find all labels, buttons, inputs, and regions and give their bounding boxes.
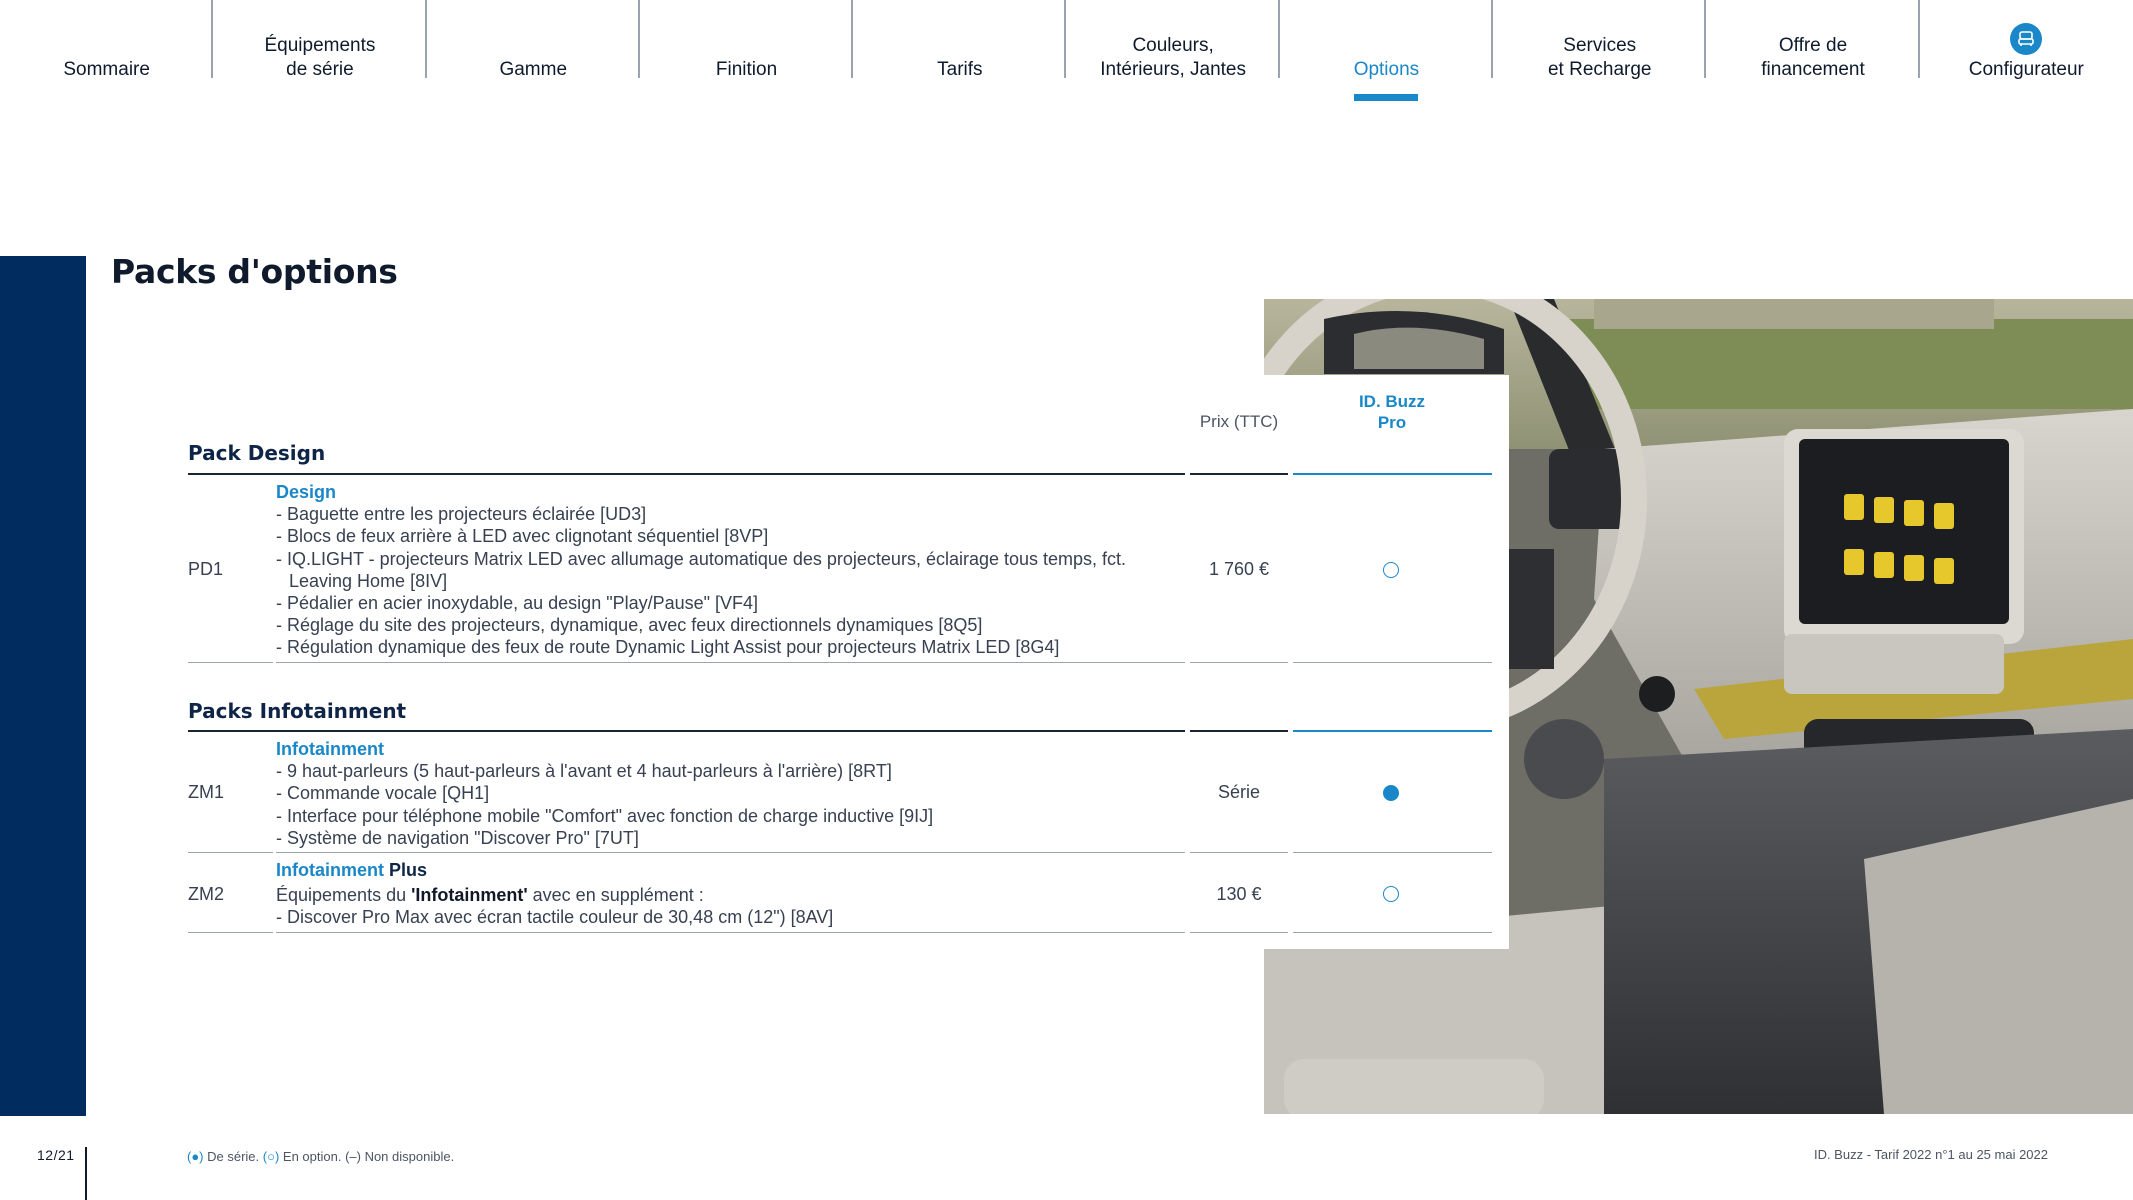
nav-label: Services et Recharge — [1547, 35, 1652, 80]
option-heading: Design — [276, 482, 337, 502]
option-line: - Commande vocale [QH1] — [276, 783, 490, 804]
option-price: 1 760 € — [1208, 559, 1270, 579]
option-description: Infotainment - 9 haut-parleurs (5 haut-p… — [276, 738, 933, 849]
model-trim: Pro — [1377, 413, 1407, 432]
active-tab-indicator — [1354, 94, 1419, 101]
nav-label: Gamme — [499, 59, 568, 80]
row-divider — [1293, 852, 1492, 853]
option-line: - 9 haut-parleurs (5 haut-parleurs à l'a… — [276, 761, 892, 782]
page-number: 12/21 — [37, 1147, 75, 1163]
option-code: ZM1 — [188, 782, 224, 802]
option-line: - Baguette entre les projecteurs éclairé… — [276, 504, 647, 525]
unavailable-legend-icon: (–) — [345, 1149, 361, 1164]
nav-item-finition[interactable]: Finition — [640, 0, 854, 110]
option-heading-main: Infotainment — [276, 860, 384, 880]
nav-label: Sommaire — [63, 59, 150, 80]
option-description: Design - Baguette entre les projecteurs … — [276, 481, 1126, 659]
row-divider — [1293, 662, 1492, 663]
row-divider — [276, 852, 1185, 853]
section-rule — [1293, 730, 1492, 732]
option-line: Leaving Home [8IV] — [289, 570, 448, 591]
option-line: - Système de navigation "Discover Pro" [… — [276, 827, 639, 848]
legend-standard: De série. — [203, 1149, 263, 1164]
row-divider — [1293, 932, 1492, 933]
legend-option: En option. — [279, 1149, 346, 1164]
nav-label: Offre de financement — [1761, 35, 1865, 80]
nav-item-couleurs[interactable]: Couleurs, Intérieurs, Jantes — [1066, 0, 1280, 110]
nav-label: Couleurs, Intérieurs, Jantes — [1100, 35, 1246, 80]
page-title: Packs d'options — [111, 252, 398, 291]
option-heading: Infotainment — [276, 739, 384, 759]
nav-item-tarifs[interactable]: Tarifs — [853, 0, 1067, 110]
option-available-icon — [1383, 886, 1399, 902]
option-line: Équipements du 'Infotainment' avec en su… — [276, 884, 833, 906]
option-line: - Pédalier en acier inoxydable, au desig… — [276, 593, 759, 614]
model-column-header: ID. Buzz Pro — [1292, 391, 1492, 433]
option-available-icon — [1383, 562, 1399, 578]
option-heading-suffix: Plus — [384, 860, 428, 880]
row-divider — [188, 932, 273, 933]
option-price: 130 € — [1216, 884, 1262, 904]
nav-label: Équipements de série — [264, 35, 376, 80]
nav-item-gamme[interactable]: Gamme — [427, 0, 640, 110]
option-code: ZM2 — [188, 884, 224, 904]
nav-item-financement[interactable]: Offre de financement — [1706, 0, 1920, 110]
nav-label: Configurateur — [1968, 59, 2084, 80]
availability-legend: (●) De série. (○) En option. (–) Non dis… — [187, 1149, 454, 1164]
row-divider — [1190, 932, 1288, 933]
side-accent-band — [0, 256, 86, 1116]
row-divider — [1190, 662, 1288, 663]
option-price: Série — [1217, 782, 1261, 802]
row-divider — [188, 662, 273, 663]
option-legend-icon: (○) — [262, 1149, 280, 1164]
option-line: - Réglage du site des projecteurs, dynam… — [276, 615, 983, 636]
option-line: - IQ.LIGHT - projecteurs Matrix LED avec… — [276, 548, 1127, 569]
document-reference: ID. Buzz - Tarif 2022 n°1 au 25 mai 2022 — [1813, 1147, 2048, 1162]
nav-item-configurateur[interactable]: Configurateur — [1920, 0, 2133, 110]
nav-label: Finition — [715, 59, 778, 80]
section-rule — [1190, 473, 1288, 475]
row-divider — [276, 662, 1185, 663]
option-line-prefix: Équipements du — [276, 885, 412, 906]
section-rule — [1190, 730, 1288, 732]
row-divider — [188, 852, 273, 853]
standard-legend-icon: (●) — [187, 1149, 204, 1164]
option-heading: Infotainment Plus — [276, 859, 833, 881]
nav-label: Options — [1353, 59, 1420, 80]
section-title-packs-infotainment: Packs Infotainment — [188, 699, 407, 723]
option-line: - Blocs de feux arrière à LED avec clign… — [276, 526, 769, 547]
option-code: PD1 — [188, 559, 224, 579]
nav-label: Tarifs — [937, 59, 983, 80]
model-name: ID. Buzz — [1358, 392, 1426, 411]
row-divider — [1190, 852, 1288, 853]
option-line: - Discover Pro Max avec écran tactile co… — [276, 907, 834, 928]
option-line-bold: 'Infotainment' — [411, 885, 528, 906]
top-navigation: Sommaire Équipements de série Gamme Fini… — [0, 0, 2133, 110]
option-line-suffix: avec en supplément : — [527, 885, 704, 906]
section-rule — [188, 730, 1185, 732]
section-title-pack-design: Pack Design — [188, 441, 326, 465]
section-rule — [1293, 473, 1492, 475]
nav-item-equipements[interactable]: Équipements de série — [213, 0, 427, 110]
nav-item-services[interactable]: Services et Recharge — [1493, 0, 1707, 110]
row-divider — [276, 932, 1185, 933]
nav-item-sommaire[interactable]: Sommaire — [0, 0, 214, 110]
standard-equipment-icon — [1383, 785, 1399, 801]
section-rule — [188, 473, 1185, 475]
option-line: - Régulation dynamique des feux de route… — [276, 637, 1060, 658]
legend-unavailable: Non disponible. — [360, 1149, 455, 1164]
option-line: - Interface pour téléphone mobile "Comfo… — [276, 805, 934, 826]
car-seat-icon — [2010, 23, 2043, 55]
option-description: Infotainment Plus Équipements du 'Infota… — [276, 859, 833, 929]
footer-divider — [85, 1147, 87, 1200]
price-column-header: Prix (TTC) — [1199, 412, 1279, 431]
nav-item-options[interactable]: Options — [1280, 0, 1494, 110]
